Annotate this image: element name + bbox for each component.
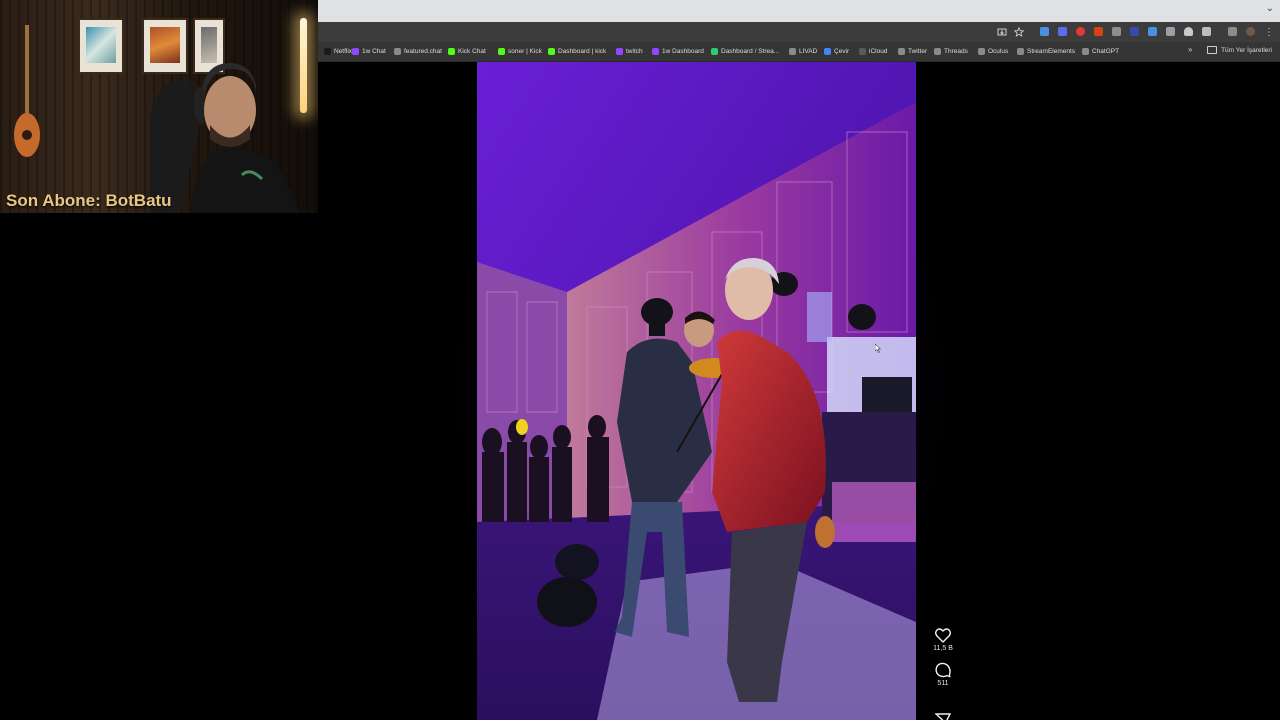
kebab-menu-icon[interactable]: ⋮ (1263, 26, 1275, 38)
bookmark-label: twitch (626, 48, 643, 55)
bookmark-favicon-icon (324, 48, 331, 55)
bookmark-label: Dashboard | kick (558, 48, 607, 55)
bookmark-favicon-icon (898, 48, 905, 55)
comment-count: 511 (937, 680, 949, 687)
bookmark-item[interactable]: twitch (616, 46, 643, 57)
all-bookmarks-button[interactable]: Tüm Yer İşaretleri (1207, 46, 1272, 54)
extension-icon[interactable] (1058, 27, 1067, 36)
like-count: 11,5 B (933, 645, 953, 652)
bookmarks-bar: Netflix 1w Chat featured.chat Kick Chat sone… (318, 42, 1280, 62)
bookmark-label: StreamElements (1027, 48, 1076, 55)
bookmark-item[interactable]: ChatGPT (1082, 46, 1119, 57)
reading-list-icon[interactable] (1228, 27, 1237, 36)
bookmark-label: Twitter (908, 48, 928, 55)
extension-icon[interactable] (1148, 27, 1157, 36)
mouse-cursor-icon (874, 343, 882, 353)
like-action: 11,5 B (925, 628, 961, 652)
extension-icon[interactable] (1130, 27, 1139, 36)
bookmark-favicon-icon (711, 48, 718, 55)
bookmark-favicon-icon (548, 48, 555, 55)
share-icon[interactable] (935, 713, 951, 720)
bookmark-label: iCloud (869, 48, 888, 55)
all-bookmarks-label: Tüm Yer İşaretleri (1221, 46, 1272, 54)
bookmark-favicon-icon (652, 48, 659, 55)
wall-picture (78, 18, 124, 74)
bookmark-item[interactable]: Dashboard / Strea... (711, 46, 779, 57)
bookmark-label: 1w Dashboard (662, 48, 704, 55)
bookmark-label: featured.chat (404, 48, 442, 55)
guitar (14, 25, 40, 157)
bookmark-item[interactable]: Çevir (824, 46, 849, 57)
extension-icon[interactable] (1112, 27, 1121, 36)
tab-search-chevron-icon[interactable]: ⌄ (1266, 3, 1274, 14)
bookmark-item[interactable]: Netflix (324, 46, 352, 57)
bookmarks-overflow-button[interactable]: » (1188, 45, 1192, 54)
bookmark-favicon-icon (859, 48, 866, 55)
extension-icon[interactable] (1076, 27, 1085, 36)
bookmark-label: Çevir (834, 48, 850, 55)
extension-icon[interactable] (1094, 27, 1103, 36)
bookmark-item[interactable]: LIVAD (789, 46, 817, 57)
bookmark-item[interactable]: soner | Kick (498, 46, 542, 57)
streamer (150, 63, 300, 213)
bookmark-favicon-icon (352, 48, 359, 55)
last-subscriber-overlay: Son Abone: BotBatu (6, 191, 172, 210)
browser-tab-strip: ⌄ (318, 0, 1280, 22)
bookmark-favicon-icon (1082, 48, 1089, 55)
extension-icon[interactable] (1040, 27, 1049, 36)
bookmark-favicon-icon (394, 48, 401, 55)
bookmark-item[interactable]: iCloud (859, 46, 887, 57)
bookmark-item[interactable]: Dashboard | kick (548, 46, 606, 57)
bookmark-star-icon[interactable] (1013, 26, 1025, 38)
comment-icon[interactable] (935, 662, 951, 678)
reel-actions: 11,5 B 511 (925, 628, 961, 697)
comment-action: 511 (925, 662, 961, 687)
install-app-icon[interactable] (996, 26, 1008, 38)
bookmark-favicon-icon (824, 48, 831, 55)
bookmark-label: Dashboard / Strea... (721, 48, 780, 55)
bookmark-label: ChatGPT (1092, 48, 1120, 55)
bookmark-favicon-icon (498, 48, 505, 55)
extensions-puzzle-icon[interactable] (1202, 27, 1211, 36)
bookmark-label: soner | Kick (508, 48, 542, 55)
bookmark-label: 1w Chat (362, 48, 386, 55)
bookmark-favicon-icon (616, 48, 623, 55)
bookmark-item[interactable]: StreamElements (1017, 46, 1075, 57)
profile-avatar[interactable] (1246, 27, 1255, 36)
bookmark-favicon-icon (448, 48, 455, 55)
folder-icon (1207, 46, 1218, 54)
bookmark-item[interactable]: 1w Dashboard (652, 46, 704, 57)
shield-icon[interactable] (1184, 27, 1193, 36)
bookmark-favicon-icon (934, 48, 941, 55)
bookmark-favicon-icon (1017, 48, 1024, 55)
extension-icon[interactable] (1166, 27, 1175, 36)
bookmark-label: Threads (944, 48, 968, 55)
video-frame (477, 62, 916, 720)
reel-video[interactable] (477, 62, 916, 720)
bookmark-label: Kick Chat (458, 48, 486, 55)
streamer-webcam: Son Abone: BotBatu (0, 0, 318, 213)
bookmark-label: Netflix (334, 48, 353, 55)
bookmark-label: LIVAD (799, 48, 818, 55)
bookmark-item[interactable]: featured.chat (394, 46, 442, 57)
bookmark-favicon-icon (978, 48, 985, 55)
bookmark-label: Oculus (988, 48, 1009, 55)
heart-icon[interactable] (935, 628, 951, 643)
bookmark-item[interactable]: Oculus (978, 46, 1008, 57)
bookmark-item[interactable]: Kick Chat (448, 46, 486, 57)
bookmark-item[interactable]: Threads (934, 46, 968, 57)
bookmark-favicon-icon (789, 48, 796, 55)
bookmark-item[interactable]: 1w Chat (352, 46, 386, 57)
browser-toolbar: ⋮ (318, 22, 1280, 42)
bookmark-item[interactable]: Twitter (898, 46, 927, 57)
light-strip (300, 18, 307, 113)
